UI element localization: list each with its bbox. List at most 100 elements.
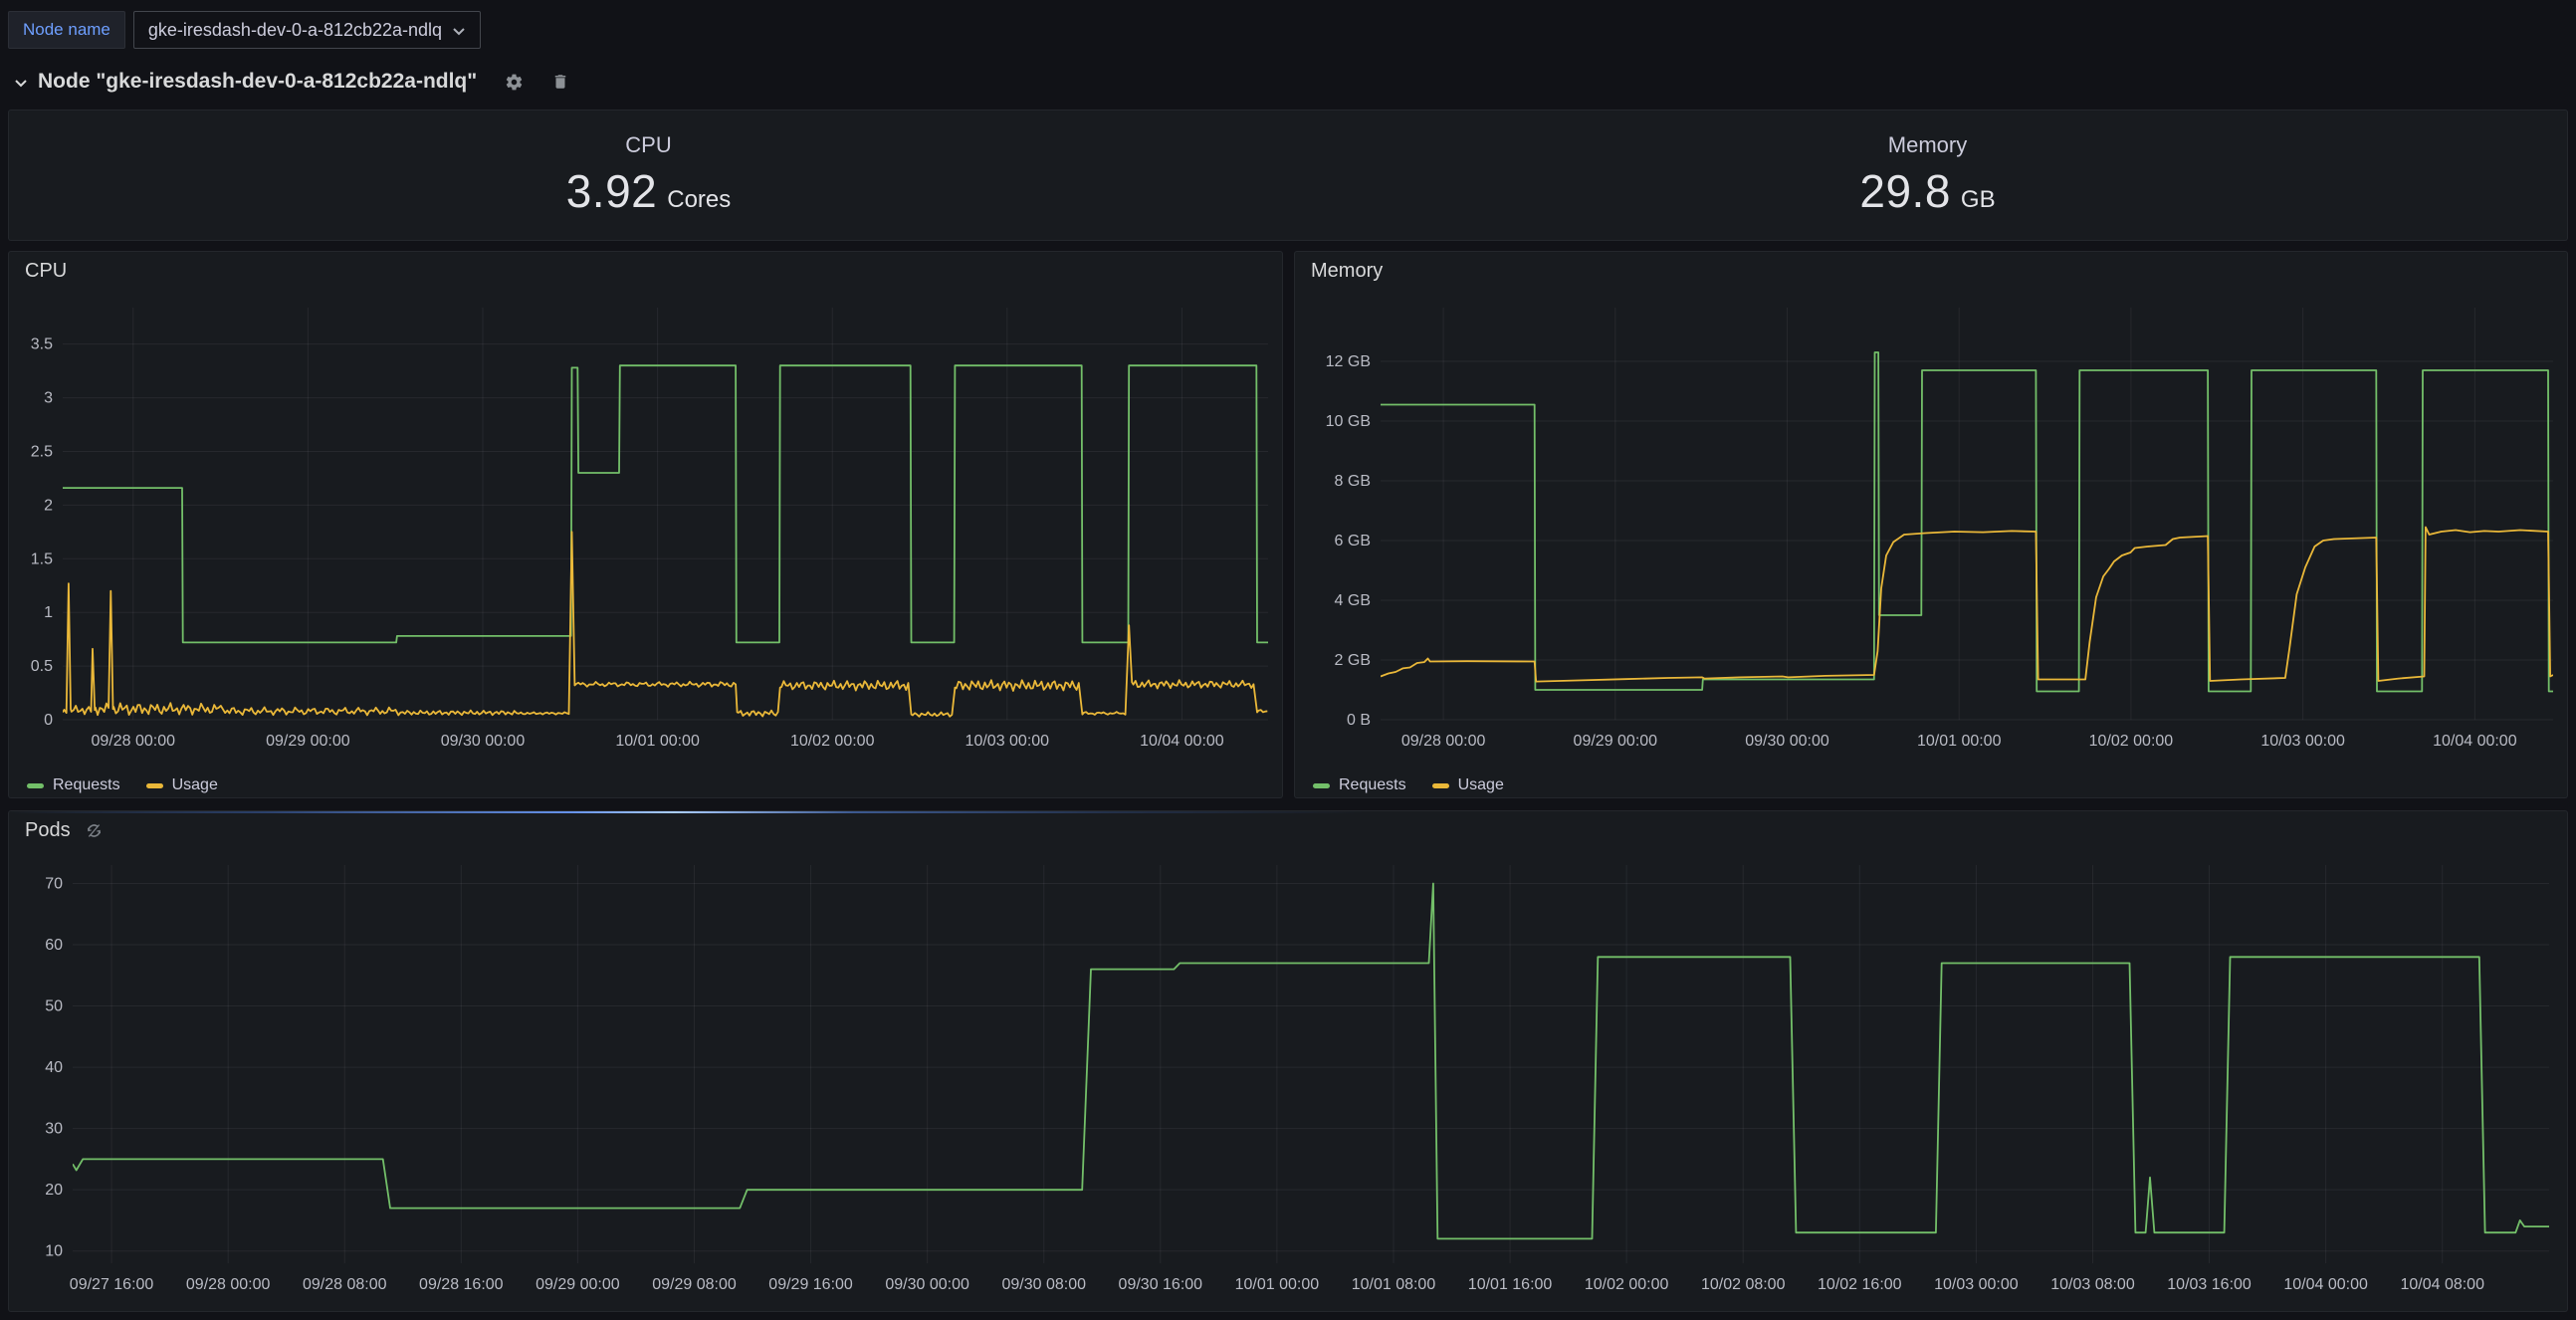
x-axis-label: 10/01 00:00 [1235, 1276, 1320, 1293]
x-axis-label: 10/01 00:00 [615, 733, 700, 750]
x-axis-label: 10/04 00:00 [2433, 733, 2517, 750]
pods-chart-canvas[interactable]: 1020304050607009/27 16:0009/28 00:0009/2… [9, 849, 2567, 1311]
legend-swatch [1313, 783, 1330, 788]
cpu-chart[interactable]: 00.511.522.533.509/28 00:0009/29 00:0009… [9, 290, 1282, 769]
row-delete-trash-icon[interactable] [551, 73, 569, 91]
y-axis-label: 70 [45, 875, 63, 892]
variables-bar: Node name gke-iresdash-dev-0-a-812cb22a-… [8, 8, 2568, 52]
x-axis-label: 10/01 16:00 [1468, 1276, 1553, 1293]
y-axis-label: 10 GB [1326, 413, 1371, 430]
y-axis-label: 8 GB [1335, 473, 1371, 490]
pods-series-pods [73, 884, 2549, 1239]
y-axis-label: 2 [44, 497, 53, 514]
x-axis-label: 09/27 16:00 [70, 1276, 154, 1293]
x-axis-label: 10/04 08:00 [2400, 1276, 2484, 1293]
cpu-panel: CPU 00.511.522.533.509/28 00:0009/29 00:… [8, 251, 1283, 798]
stat-cpu-title: CPU [625, 132, 671, 158]
x-axis-label: 09/29 00:00 [1574, 733, 1658, 750]
dashboard-row-header: Node "gke-iresdash-dev-0-a-812cb22a-ndlq… [8, 62, 2568, 102]
legend-label: Requests [1339, 776, 1406, 794]
memory-legend: Requests Usage [1295, 769, 2567, 802]
legend-item-requests[interactable]: Requests [1313, 776, 1406, 794]
y-axis-label: 3.5 [31, 336, 53, 353]
variable-label-text: Node name [23, 20, 110, 40]
panel-loading-bar [9, 811, 2567, 813]
legend-item-requests[interactable]: Requests [27, 776, 120, 794]
node-name-dropdown[interactable]: gke-iresdash-dev-0-a-812cb22a-ndlq [133, 11, 481, 49]
pods-panel-title: Pods [25, 819, 71, 842]
y-axis-label: 1.5 [31, 550, 53, 567]
memory-panel-header[interactable]: Memory [1295, 252, 2567, 290]
pods-panel-header[interactable]: Pods [9, 811, 2567, 849]
memory-chart[interactable]: 0 B2 GB4 GB6 GB8 GB10 GB12 GB09/28 00:00… [1295, 290, 2567, 769]
x-axis-label: 09/28 16:00 [419, 1276, 504, 1293]
x-axis-label: 09/30 00:00 [1745, 733, 1829, 750]
x-axis-label: 10/03 08:00 [2050, 1276, 2135, 1293]
stat-cpu: CPU 3.92 Cores [9, 110, 1288, 240]
x-axis-label: 09/30 00:00 [441, 733, 526, 750]
x-axis-label: 09/28 00:00 [186, 1276, 271, 1293]
y-axis-label: 12 GB [1326, 353, 1371, 370]
x-axis-label: 09/29 16:00 [768, 1276, 853, 1293]
x-axis-label: 10/02 00:00 [1585, 1276, 1669, 1293]
chevron-down-icon [452, 20, 466, 41]
x-axis-label: 10/03 00:00 [1934, 1276, 2019, 1293]
x-axis-label: 10/04 00:00 [2283, 1276, 2368, 1293]
cpu-series-usage [63, 532, 1267, 717]
row-settings-gear-icon[interactable] [505, 73, 524, 92]
x-axis-label: 10/02 00:00 [2089, 733, 2174, 750]
x-axis-label: 09/29 08:00 [652, 1276, 737, 1293]
row-toggle[interactable]: Node "gke-iresdash-dev-0-a-812cb22a-ndlq… [14, 70, 477, 94]
x-axis-label: 09/29 00:00 [266, 733, 350, 750]
memory-series-usage [1381, 528, 2553, 682]
pods-panel: Pods 1020304050607009/27 16:0009/28 00:0… [8, 810, 2568, 1312]
x-axis-label: 10/02 00:00 [790, 733, 875, 750]
x-axis-label: 10/02 08:00 [1701, 1276, 1786, 1293]
stat-panel: CPU 3.92 Cores Memory 29.8 GB [8, 110, 2568, 241]
y-axis-label: 4 GB [1335, 592, 1371, 609]
cpu-legend: Requests Usage [9, 769, 1282, 802]
x-axis-label: 09/30 16:00 [1119, 1276, 1203, 1293]
memory-panel-title: Memory [1311, 260, 1383, 283]
x-axis-label: 10/04 00:00 [1140, 733, 1224, 750]
cpu-panel-header[interactable]: CPU [9, 252, 1282, 290]
cpu-chart-canvas[interactable]: 00.511.522.533.509/28 00:0009/29 00:0009… [9, 290, 1282, 764]
y-axis-label: 0.5 [31, 658, 53, 675]
cpu-series-requests [63, 365, 1268, 642]
legend-item-usage[interactable]: Usage [1432, 776, 1504, 794]
y-axis-label: 60 [45, 937, 63, 954]
variable-label: Node name [8, 11, 125, 49]
pods-chart[interactable]: 1020304050607009/27 16:0009/28 00:0009/2… [9, 849, 2567, 1312]
cpu-panel-title: CPU [25, 260, 67, 283]
y-axis-label: 2.5 [31, 443, 53, 460]
y-axis-label: 10 [45, 1243, 63, 1260]
row-title-text: Node "gke-iresdash-dev-0-a-812cb22a-ndlq… [38, 70, 477, 94]
x-axis-label: 10/01 00:00 [1917, 733, 2002, 750]
stat-memory-unit: GB [1961, 186, 1996, 214]
y-axis-label: 3 [44, 390, 53, 407]
y-axis-label: 20 [45, 1182, 63, 1199]
panel-refresh-spinner-icon [85, 821, 104, 840]
memory-chart-canvas[interactable]: 0 B2 GB4 GB6 GB8 GB10 GB12 GB09/28 00:00… [1295, 290, 2567, 764]
stat-cpu-unit: Cores [667, 186, 731, 214]
y-axis-label: 0 [44, 712, 53, 729]
x-axis-label: 09/30 08:00 [1001, 1276, 1086, 1293]
x-axis-label: 09/30 00:00 [885, 1276, 969, 1293]
x-axis-label: 10/03 16:00 [2167, 1276, 2252, 1293]
charts-row: CPU 0 0.5 1 1.5 2 2.5 3 3.5 09/28 00:00 09/29 00:… [8, 251, 2568, 798]
legend-item-usage[interactable]: Usage [146, 776, 218, 794]
legend-label: Usage [1458, 776, 1504, 794]
stat-memory-value: 29.8 [1859, 164, 1951, 218]
x-axis-label: 10/03 00:00 [2260, 733, 2345, 750]
row-chevron-down-icon [14, 70, 28, 94]
x-axis-label: 10/02 16:00 [1818, 1276, 1902, 1293]
y-axis-label: 1 [44, 604, 53, 621]
legend-swatch [1432, 783, 1449, 788]
memory-panel: Memory 0 B2 GB4 GB6 GB8 GB10 GB12 GB09/2… [1294, 251, 2568, 798]
y-axis-label: 50 [45, 998, 63, 1015]
legend-swatch [146, 783, 163, 788]
y-axis-label: 30 [45, 1121, 63, 1138]
y-axis-label: 2 GB [1335, 652, 1371, 669]
x-axis-label: 09/28 00:00 [1401, 733, 1486, 750]
stat-memory: Memory 29.8 GB [1288, 110, 2567, 240]
